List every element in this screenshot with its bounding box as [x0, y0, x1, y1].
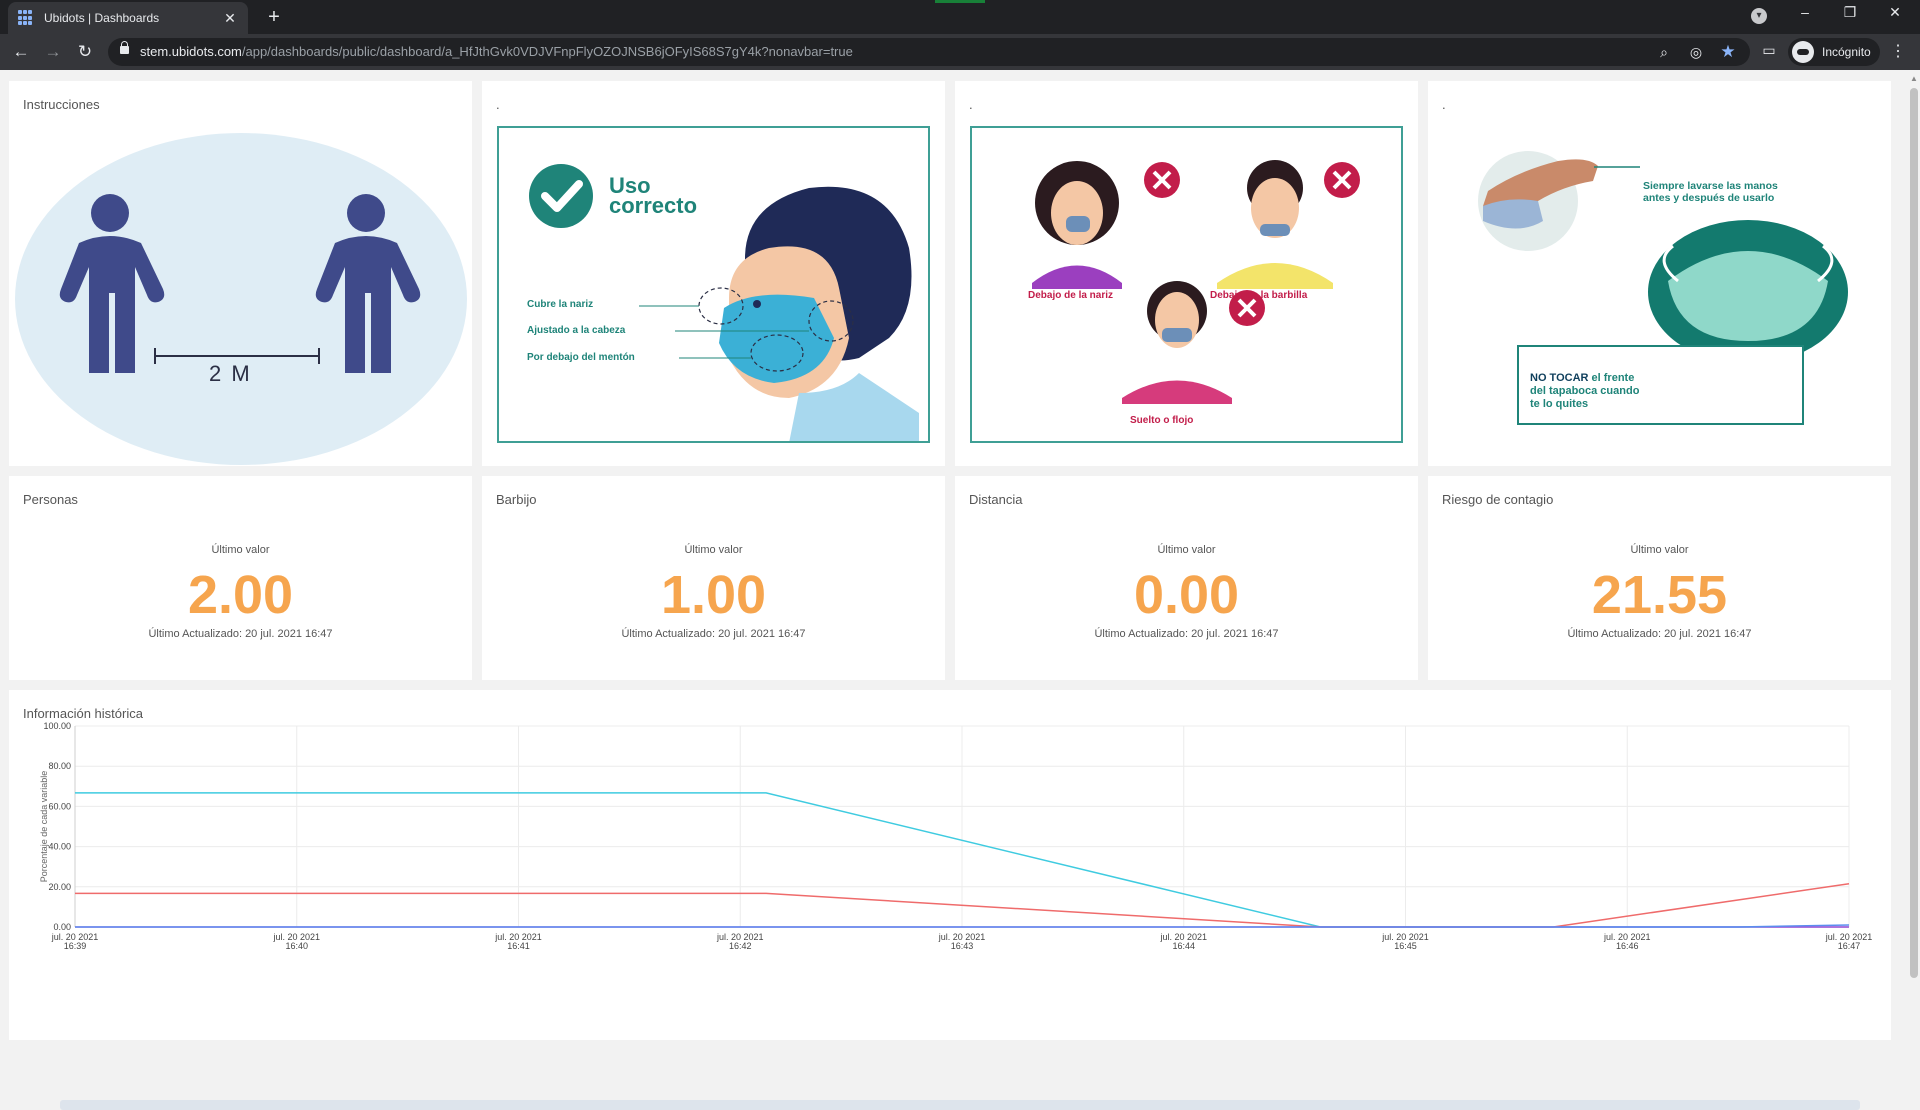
metric-value: 21.55 — [1591, 565, 1728, 625]
zoom-icon[interactable]: ⌕ — [1654, 42, 1674, 62]
tab-strip: Ubidots | Dashboards ✕ + ▾ – ❐ ✕ — [0, 0, 1920, 34]
x-tick-label: 16:46 — [1616, 941, 1639, 951]
tab-search-icon[interactable]: ▾ — [1751, 8, 1767, 24]
widget-instrucciones: Instrucciones 2 M — [9, 81, 472, 466]
uso-correcto-heading: Uso correcto — [609, 175, 698, 218]
widget-uso-correcto: . Uso correcto Cubre la nariz Ajustado a… — [482, 81, 945, 466]
wash-note: Siempre lavarse las manos antes y despué… — [1643, 180, 1778, 204]
metric-subtitle: Último valor — [1157, 544, 1216, 556]
no-touch-bold: NO TOCAR — [1530, 372, 1589, 384]
incognito-label: Incógnito — [1822, 45, 1871, 59]
widget-lavado: . Siempre lavarse las manos antes y desp… — [1428, 81, 1891, 466]
label-debajo-nariz: Debajo de la nariz — [1028, 290, 1114, 301]
label-cubre-nariz: Cubre la nariz — [527, 299, 594, 310]
line-chart[interactable]: 100.0080.0060.0040.0020.000.00jul. 20 20… — [9, 690, 1891, 1040]
x-tick-label: 16:45 — [1394, 941, 1417, 951]
browser-chrome: Ubidots | Dashboards ✕ + ▾ – ❐ ✕ ← → ↻ s… — [0, 0, 1920, 70]
wash-note-line-2: antes y después de usarlo — [1643, 192, 1775, 204]
metric-subtitle: Último valor — [211, 544, 270, 556]
metric-updated: Último Actualizado: 20 jul. 2021 16:47 — [148, 628, 333, 640]
new-tab-button[interactable]: + — [262, 6, 286, 28]
incorrect-mask-image: Debajo de la nariz Debajo de la barbilla… — [970, 126, 1403, 443]
close-window-button[interactable]: ✕ — [1875, 4, 1915, 21]
wash-note-line-1: Siempre lavarse las manos — [1643, 180, 1778, 192]
scroll-up-arrow-icon[interactable]: ▲ — [1910, 74, 1918, 83]
metric-updated: Último Actualizado: 20 jul. 2021 16:47 — [1094, 628, 1279, 640]
label-debajo-barbilla: Debajo de la barbilla — [1210, 290, 1308, 301]
y-tick-label: 100.00 — [43, 721, 71, 731]
label-menton: Por debajo del mentón — [527, 352, 635, 363]
metric-card-barbijo: Barbijo Último valor 1.00 Último Actuali… — [482, 476, 945, 680]
lock-icon — [120, 41, 129, 54]
dashboard: Instrucciones 2 M . Uso correcto Cubre l… — [0, 70, 1920, 1110]
distance-label: 2 M — [209, 361, 252, 386]
url-path: /app/dashboards/public/dashboard/a_HfJth… — [241, 44, 853, 59]
metric-value: 1.00 — [660, 565, 767, 625]
heading-line-2: correcto — [609, 193, 698, 218]
forward-arrow-icon[interactable]: → — [40, 39, 66, 65]
url-host: stem.ubidots.com — [140, 44, 242, 59]
tab-close-icon[interactable]: ✕ — [222, 10, 238, 27]
no-touch-note: NO TOCAR el frente del tapaboca cuando t… — [1530, 372, 1639, 411]
label-ajustado: Ajustado a la cabeza — [527, 325, 626, 336]
no-touch-line-3: te lo quites — [1530, 398, 1589, 410]
tab-indicator — [935, 0, 985, 3]
x-tick-label: 16:44 — [1172, 941, 1195, 951]
x-tick-label: 16:47 — [1838, 941, 1861, 951]
horizontal-scrollbar[interactable] — [60, 1100, 1860, 1110]
widget-title: . — [969, 97, 973, 112]
no-touch-line-1: el frente — [1588, 372, 1635, 384]
x-tick-label: 16:39 — [64, 941, 87, 951]
metric-card-riesgo: Riesgo de contagio Último valor 21.55 Úl… — [1428, 476, 1891, 680]
address-bar[interactable]: stem.ubidots.com/app/dashboards/public/d… — [108, 38, 1750, 66]
metric-card-distancia: Distancia Último valor 0.00 Último Actua… — [955, 476, 1418, 680]
no-touch-line-2: del tapaboca cuando — [1530, 385, 1640, 397]
bookmark-star-icon[interactable]: ★ — [1718, 42, 1738, 62]
metric-subtitle: Último valor — [1630, 544, 1689, 556]
minimize-button[interactable]: – — [1785, 4, 1825, 20]
tab-title: Ubidots | Dashboards — [44, 11, 160, 25]
ubidots-favicon-icon — [18, 10, 34, 26]
metric-title: Distancia — [969, 492, 1023, 507]
menu-kebab-icon[interactable]: ⋮ — [1888, 40, 1908, 64]
incognito-profile-button[interactable]: Incógnito — [1788, 38, 1880, 66]
metric-updated: Último Actualizado: 20 jul. 2021 16:47 — [621, 628, 806, 640]
y-tick-label: 80.00 — [48, 761, 71, 771]
reload-icon[interactable]: ↻ — [72, 39, 98, 65]
hand-wash-image — [1478, 151, 1848, 425]
cast-icon[interactable]: ▭ — [1760, 42, 1778, 60]
metric-value: 0.00 — [1133, 565, 1240, 625]
social-distance-image — [15, 133, 467, 465]
x-tick-label: 16:40 — [285, 941, 308, 951]
metric-subtitle: Último valor — [684, 544, 743, 556]
url-text[interactable]: stem.ubidots.com/app/dashboards/public/d… — [140, 44, 853, 59]
widget-uso-incorrecto: . Debajo de la nariz Debajo de la barbil… — [955, 81, 1418, 466]
correct-mask-image: Uso correcto Cubre la nariz Ajustado a l… — [497, 126, 930, 443]
y-axis-label: Porcentaje de cada variable — [39, 771, 49, 883]
widget-historical-chart: Información histórica 100.00 80.00 60.00 40… — [9, 690, 1891, 1040]
widget-title: . — [496, 97, 500, 112]
metric-value: 2.00 — [187, 565, 294, 625]
y-tick-label: 40.00 — [48, 842, 71, 852]
restore-button[interactable]: ❐ — [1830, 4, 1870, 21]
x-tick-label: 16:42 — [729, 941, 752, 951]
page-scrollbar-thumb[interactable] — [1910, 88, 1918, 978]
y-tick-label: 0.00 — [53, 922, 71, 932]
metric-updated: Último Actualizado: 20 jul. 2021 16:47 — [1567, 628, 1752, 640]
x-tick-label: 16:43 — [951, 941, 974, 951]
y-tick-label: 20.00 — [48, 882, 71, 892]
metric-title: Personas — [23, 492, 78, 507]
browser-toolbar: ← → ↻ stem.ubidots.com/app/dashboards/pu… — [0, 34, 1920, 70]
browser-tab[interactable]: Ubidots | Dashboards ✕ — [8, 2, 248, 34]
back-arrow-icon[interactable]: ← — [8, 39, 34, 65]
x-tick-label: 16:41 — [507, 941, 530, 951]
metric-title: Barbijo — [496, 492, 537, 507]
metric-title: Riesgo de contagio — [1442, 492, 1554, 507]
eye-off-icon[interactable]: ◎ — [1686, 42, 1706, 62]
y-tick-label: 60.00 — [48, 801, 71, 811]
incognito-icon — [1792, 41, 1814, 63]
metric-card-personas: Personas Último valor 2.00 Último Actual… — [9, 476, 472, 680]
label-suelto: Suelto o flojo — [1130, 415, 1194, 426]
